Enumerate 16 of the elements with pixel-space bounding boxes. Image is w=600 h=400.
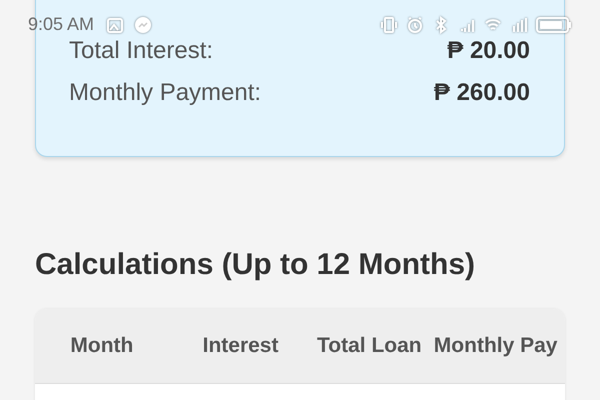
chat-icon <box>134 16 152 34</box>
column-header: Interest <box>202 333 280 360</box>
signal-icon <box>510 16 528 34</box>
battery-icon <box>536 16 572 34</box>
summary-value: ₱ 260.00 <box>434 79 530 107</box>
column-header: Monthly Pay <box>432 333 558 360</box>
clock-time: 9:05 AM <box>28 14 94 34</box>
summary-value: ₱ 20.00 <box>447 37 530 65</box>
image-icon <box>106 16 124 34</box>
column-header: Month <box>69 333 134 360</box>
section-heading: Calculations (Up to 12 Months) <box>35 247 476 283</box>
alarm-icon <box>406 16 424 34</box>
summary-label: Total Interest: <box>69 37 214 65</box>
vibrate-icon <box>380 16 398 34</box>
column-header: Total Loan <box>316 333 423 360</box>
summary-label: Monthly Payment: <box>69 79 262 107</box>
